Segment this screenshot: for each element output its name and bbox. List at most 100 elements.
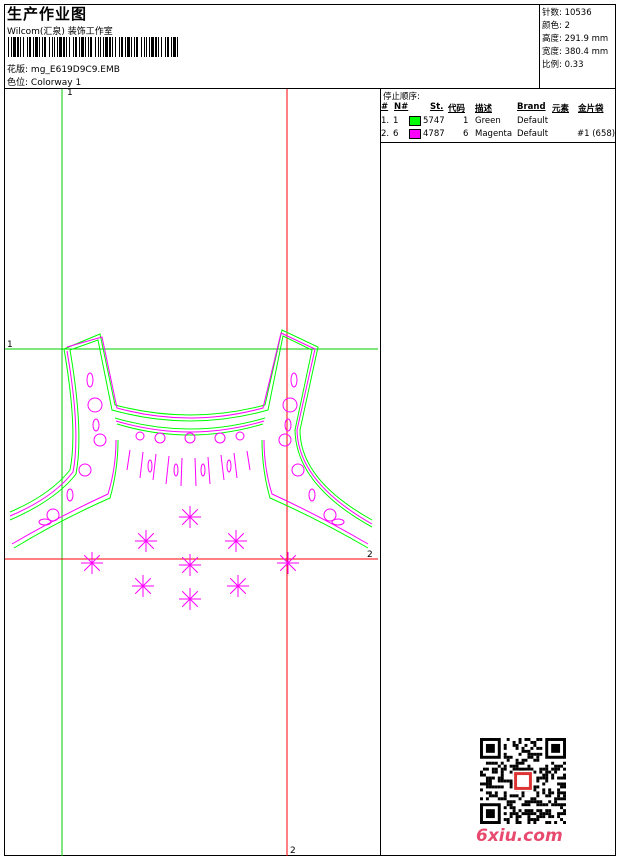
qr-module xyxy=(491,776,495,780)
star-ray xyxy=(145,540,155,550)
qr-module xyxy=(518,740,522,744)
qr-module xyxy=(551,776,555,780)
qr-module xyxy=(527,767,531,771)
qr-module xyxy=(533,785,537,789)
qr-module xyxy=(563,791,566,795)
qr-module xyxy=(485,767,489,771)
star-ray xyxy=(189,516,199,526)
qr-module xyxy=(518,797,522,801)
qr-module xyxy=(480,782,483,786)
qr-module xyxy=(554,767,558,771)
qr-module xyxy=(521,758,525,762)
qr-module xyxy=(557,797,561,801)
qr-module xyxy=(548,794,552,798)
qr-module xyxy=(530,800,534,804)
qr-module xyxy=(518,761,522,765)
qr-module xyxy=(515,743,519,747)
qr-module xyxy=(530,812,534,816)
row-st: 5747 xyxy=(423,116,445,126)
star-ray xyxy=(134,585,144,595)
qr-module xyxy=(536,809,540,813)
star-ray xyxy=(189,556,199,566)
qr-module xyxy=(563,785,566,789)
panel-divider xyxy=(380,88,381,856)
qr-module xyxy=(497,779,501,783)
qr-module xyxy=(548,800,552,804)
qr-module xyxy=(560,797,564,801)
col-num: # xyxy=(381,102,389,112)
qr-module xyxy=(545,809,549,813)
qr-module xyxy=(503,806,507,810)
qr-module xyxy=(530,809,534,813)
qr-module xyxy=(527,749,531,753)
qr-module xyxy=(545,776,549,780)
star-ray xyxy=(181,564,191,574)
qr-module xyxy=(539,815,543,819)
guide-label-left: 1 xyxy=(7,340,13,350)
qr-module xyxy=(545,812,549,816)
qr-module xyxy=(524,743,528,747)
qr-module xyxy=(518,809,522,813)
col-st: St. xyxy=(430,102,444,112)
qr-module xyxy=(497,785,501,789)
qr-module xyxy=(509,785,513,789)
qr-module xyxy=(536,758,540,762)
star-ray xyxy=(181,590,191,600)
qr-module xyxy=(551,815,555,819)
qr-module xyxy=(515,746,519,750)
qr-module xyxy=(512,800,516,804)
qr-module xyxy=(527,812,531,816)
qr-module xyxy=(545,764,549,768)
qr-module xyxy=(521,749,525,753)
qr-module xyxy=(527,738,531,741)
qr-module xyxy=(557,776,561,780)
qr-module xyxy=(515,821,519,824)
col-desc: 描述 xyxy=(475,104,493,114)
scroll-motifs xyxy=(38,372,345,526)
qr-module xyxy=(560,803,564,807)
qr-module xyxy=(539,770,543,774)
col-element: 元素 xyxy=(552,104,570,114)
qr-module xyxy=(480,797,483,801)
qr-module xyxy=(503,812,507,816)
row-brand: Default xyxy=(517,116,549,126)
qr-module xyxy=(500,797,504,801)
qr-module xyxy=(503,818,507,822)
qr-module xyxy=(494,761,498,765)
qr-module xyxy=(551,767,555,771)
qr-module xyxy=(480,770,483,774)
qr-module xyxy=(542,812,546,816)
qr-module xyxy=(554,800,558,804)
qr-module xyxy=(497,764,501,768)
color-swatch xyxy=(409,129,421,139)
qr-module xyxy=(506,800,510,804)
qr-module xyxy=(527,755,531,759)
qr-module xyxy=(521,803,525,807)
qr-module xyxy=(557,803,561,807)
embroidery-design xyxy=(5,89,378,856)
qr-module xyxy=(530,797,534,801)
qr-module xyxy=(494,767,498,771)
qr-module xyxy=(494,791,498,795)
qr-module xyxy=(500,770,504,774)
qr-module xyxy=(524,749,528,753)
star-ray xyxy=(189,598,199,608)
qr-module xyxy=(563,776,566,780)
qr-module xyxy=(533,818,537,822)
qr-module xyxy=(512,743,516,747)
qr-module xyxy=(515,761,519,765)
qr-module xyxy=(536,818,540,822)
qr-module xyxy=(533,740,537,744)
qr-module xyxy=(503,791,507,795)
qr-module xyxy=(515,818,519,822)
qr-module xyxy=(488,794,492,798)
qr-module xyxy=(494,794,498,798)
qr-module xyxy=(527,821,531,824)
qr-module xyxy=(536,776,540,780)
qr-module xyxy=(524,800,528,804)
qr-module xyxy=(509,812,513,816)
row-desc: Green xyxy=(475,116,501,126)
star-ray xyxy=(134,577,144,587)
qr-module xyxy=(536,794,540,798)
qr-module xyxy=(533,812,537,816)
